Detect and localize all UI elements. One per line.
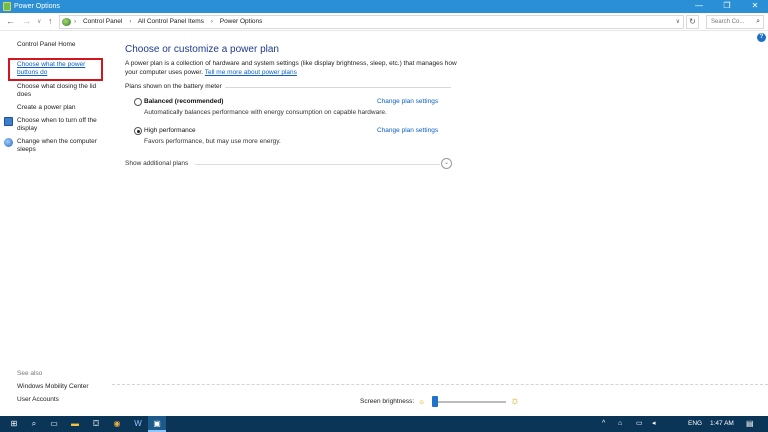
back-button[interactable]: ← (6, 15, 15, 27)
brightness-low-icon: ☼ (417, 397, 426, 406)
sidebar-item-computer-sleeps[interactable]: Change when the computer sleeps (17, 138, 107, 154)
clock[interactable]: 1:47 AM (710, 416, 734, 432)
section-divider (225, 87, 451, 88)
battery-icon[interactable]: ▭ (636, 416, 643, 432)
sidebar-item-control-panel-home[interactable]: Control Panel Home (17, 41, 76, 49)
up-button[interactable]: ↑ (48, 15, 53, 27)
search-input[interactable]: Search Co... ⌕ (706, 15, 764, 29)
breadcrumb-all-items[interactable]: All Control Panel Items (138, 18, 204, 25)
file-explorer-icon[interactable]: ▬ (66, 416, 84, 432)
chrome-icon[interactable]: ◉ (108, 416, 126, 432)
sidebar-item-power-buttons[interactable]: Choose what the power buttons do (17, 61, 97, 77)
word-icon[interactable]: W (129, 416, 147, 432)
store-icon[interactable]: ⛋ (87, 416, 105, 432)
maximize-button[interactable]: ❐ (716, 0, 738, 13)
page-title: Choose or customize a power plan (125, 44, 279, 55)
sidebar: Control Panel Home Choose what the power… (0, 31, 112, 416)
title-bar: Power Options — ❐ ✕ (0, 0, 768, 13)
help-icon[interactable]: ? (757, 33, 766, 42)
control-panel-icon (62, 18, 71, 26)
power-options-taskbar-icon[interactable]: ▣ (148, 416, 166, 432)
recent-locations-button[interactable]: ∨ (37, 16, 41, 28)
main-content: Choose or customize a power plan A power… (125, 31, 745, 381)
power-options-icon (3, 2, 11, 11)
forward-button[interactable]: → (22, 15, 31, 27)
brightness-label: Screen brightness: (360, 398, 415, 405)
start-button[interactable]: ⊞ (5, 416, 23, 432)
plan-balanced-name[interactable]: Balanced (recommended) (144, 98, 223, 106)
brightness-high-icon: ☼ (509, 395, 521, 407)
network-icon[interactable]: ⌂ (618, 416, 622, 432)
brightness-slider-thumb[interactable] (432, 396, 438, 407)
plan-balanced-radio[interactable] (134, 98, 142, 106)
sidebar-item-user-accounts[interactable]: User Accounts (17, 396, 59, 404)
breadcrumb-control-panel[interactable]: Control Panel (83, 18, 122, 25)
task-view-icon[interactable]: ▭ (45, 416, 63, 432)
address-field[interactable]: › Control Panel › All Control Panel Item… (59, 15, 684, 29)
breadcrumb-separator: › (129, 18, 132, 25)
window-title: Power Options (14, 3, 60, 10)
search-icon: ⌕ (756, 18, 760, 25)
sidebar-item-create-plan[interactable]: Create a power plan (17, 104, 76, 112)
sidebar-item-closing-lid[interactable]: Choose what closing the lid does (17, 83, 105, 99)
show-hidden-icons-icon[interactable]: ^ (602, 416, 605, 432)
notification-icon[interactable]: ▤ (746, 416, 754, 432)
section-label: Plans shown on the battery meter (125, 83, 222, 90)
brightness-slider-track[interactable] (432, 401, 506, 403)
expand-icon[interactable]: ⌄ (441, 158, 452, 169)
taskbar-search-icon[interactable]: ⌕ (25, 416, 43, 432)
minimize-button[interactable]: — (688, 0, 710, 13)
sidebar-item-turn-off-display[interactable]: Choose when to turn off the display (17, 117, 107, 133)
show-additional-plans-label[interactable]: Show additional plans (125, 160, 188, 168)
volume-icon[interactable]: ◂ (652, 416, 656, 432)
sidebar-item-mobility-center[interactable]: Windows Mobility Center (17, 383, 89, 391)
plan-balanced-settings-link[interactable]: Change plan settings (377, 98, 438, 106)
breadcrumb-separator: › (74, 18, 77, 25)
sleep-icon (4, 138, 13, 147)
plan-high-performance-settings-link[interactable]: Change plan settings (377, 127, 438, 135)
breadcrumb-power-options[interactable]: Power Options (220, 18, 263, 25)
breadcrumb: › Control Panel › All Control Panel Item… (74, 16, 267, 28)
power-options-window: Power Options — ❐ ✕ ← → ∨ ↑ › Control Pa… (0, 0, 768, 416)
taskbar: ⊞ ⌕ ▭ ▬ ⛋ ◉ W ▣ ^ ⌂ ▭ ◂ ENG 1:47 AM ▤ (0, 416, 768, 432)
divider (112, 384, 768, 385)
plan-balanced-description: Automatically balances performance with … (144, 109, 387, 116)
intro-text: A power plan is a collection of hardware… (125, 59, 460, 77)
see-also-label: See also (17, 370, 43, 377)
plan-high-performance-description: Favors performance, but may use more ene… (144, 138, 281, 145)
language-indicator[interactable]: ENG (688, 416, 702, 432)
close-button[interactable]: ✕ (744, 0, 766, 13)
monitor-icon (4, 117, 13, 126)
plan-high-performance-radio[interactable] (134, 127, 142, 135)
address-dropdown-icon[interactable]: ∨ (676, 16, 680, 28)
breadcrumb-separator: › (210, 18, 213, 25)
plan-high-performance-name[interactable]: High performance (144, 127, 196, 135)
show-additional-plans-rule (195, 164, 440, 165)
power-plans-help-link[interactable]: Tell me more about power plans (205, 69, 297, 76)
address-bar: ← → ∨ ↑ › Control Panel › All Control Pa… (0, 13, 768, 31)
refresh-button[interactable]: ↻ (686, 15, 699, 29)
search-placeholder: Search Co... (711, 19, 745, 25)
